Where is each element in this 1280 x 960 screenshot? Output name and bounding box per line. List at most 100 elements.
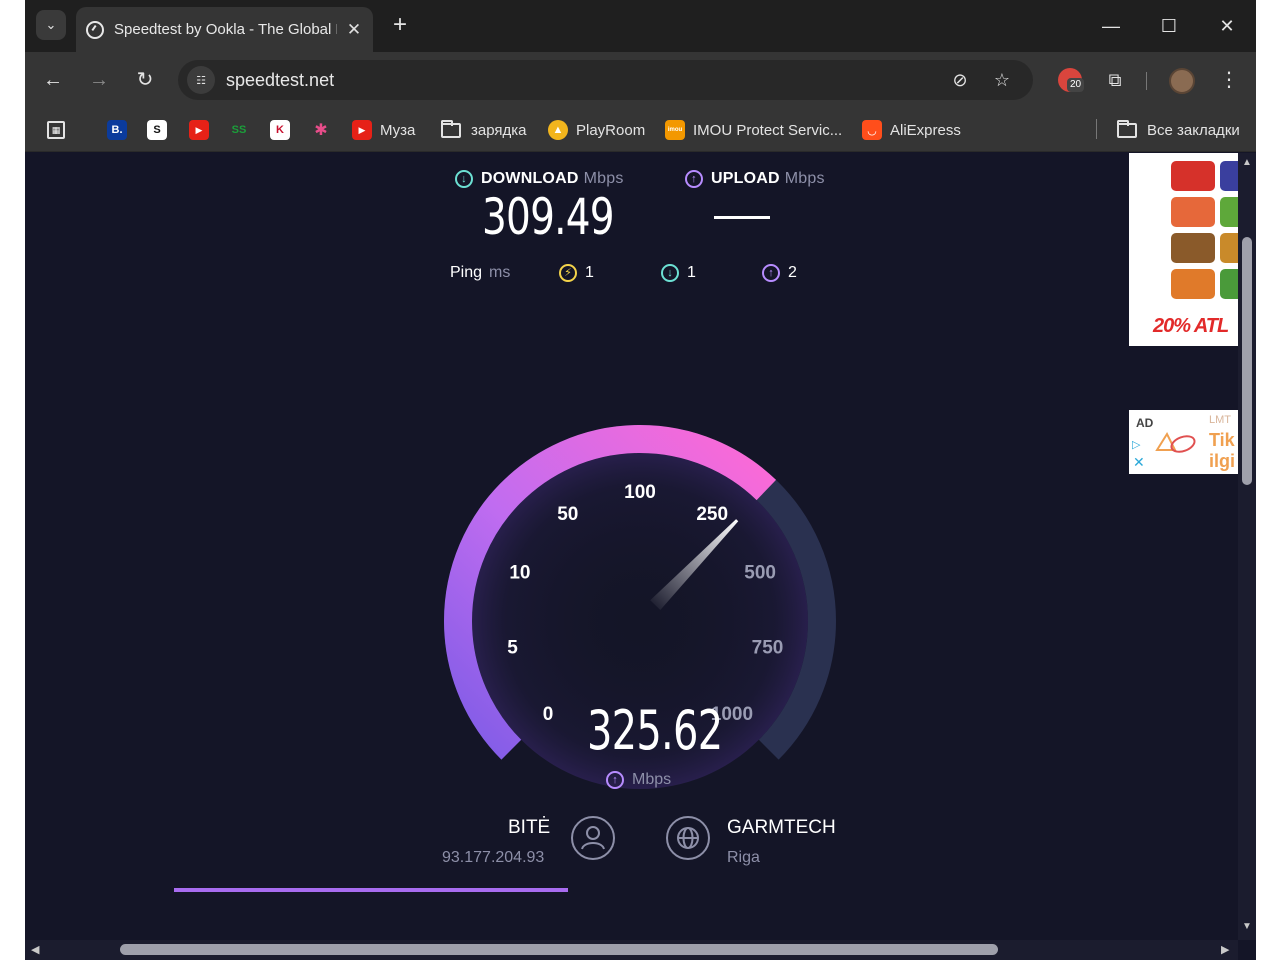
lmt-logo-icon [1155,431,1196,453]
toolbar-divider [1146,72,1147,90]
imou-icon: imou [665,120,685,140]
bookmark-ss[interactable]: SS [229,117,249,143]
user-icon[interactable] [571,816,615,860]
peach-image [1171,197,1215,227]
vertical-scroll-thumb[interactable] [1242,237,1252,485]
bookmark-star-icon[interactable]: ☆ [990,68,1014,92]
bookmark-booking[interactable]: B. [107,117,127,143]
url-text[interactable]: speedtest.net [226,70,334,91]
bookmark-youtube[interactable]: ▶ [189,117,209,143]
forward-arrow-icon[interactable]: → [85,66,113,94]
browser-window: ⌄ Speedtest by Ookla - The Global Broadb… [25,0,1256,960]
bookmarks-bar: ▦ B. S ▶ SS K ✱ ▶ Муза зарядка ▲ PlayRoom … [25,108,1256,152]
adblock-extension-icon[interactable]: 20 [1056,66,1085,94]
horizontal-scrollbar[interactable]: ◀ ▶ [25,940,1238,960]
browser-toolbar: ← → ↻ ☷ speedtest.net ⊘ ☆ 20 ⧉ ⋮ [25,52,1256,108]
chevron-down-icon: ⌄ [45,17,57,32]
bookmark-label: PlayRoom [576,121,646,139]
ad-tik-text: Tik ilgi [1209,430,1235,472]
download-header: ↓ DOWNLOAD Mbps [455,170,624,188]
ad-banner-fruits[interactable]: 20% ATL [1129,153,1238,346]
current-unit-label: Mbps [632,771,672,788]
bookmark-k[interactable]: K [270,117,290,143]
upload-label: UPLOAD [711,170,780,187]
vegetable-image [1220,269,1238,299]
ping-download: ↓ 1 [661,264,696,282]
ping-download-value: 1 [687,264,696,281]
blueberry-image [1220,161,1238,191]
gauge-tick-label: 10 [509,562,530,583]
strawberry-image [1171,161,1215,191]
vertical-scrollbar[interactable]: ▲ ▼ [1238,153,1256,940]
minimize-button[interactable]: — [1096,12,1126,40]
bookmark-folder-zaryadka[interactable]: зарядка [441,117,527,143]
k-icon: K [270,120,290,140]
bookmark-colorful[interactable]: ✱ [311,117,331,143]
speedtest-favicon-icon [86,20,104,39]
back-arrow-icon[interactable]: ← [39,66,67,94]
speedtest-page: ↓ DOWNLOAD Mbps 309.49 ↑ UPLOAD Mbps Pin… [25,153,1238,940]
ad-tik-word: Tik [1209,430,1235,450]
download-unit: Mbps [583,170,624,187]
youtube-icon: ▶ [189,120,209,140]
s-app-icon: S [147,120,167,140]
puzzle-color-icon: ✱ [314,122,328,139]
location-blocked-icon[interactable]: ⊘ [948,68,972,92]
download-value: 309.49 [482,188,615,246]
upload-arrow-icon: ↑ [606,771,624,789]
gauge-tick-label: 500 [744,562,776,583]
menu-dots-icon[interactable]: ⋮ [1217,66,1241,94]
scroll-right-icon[interactable]: ▶ [1221,943,1229,956]
folder-icon [441,119,461,138]
current-speed-unit: ↑ Mbps [606,771,671,789]
bookmark-label: зарядка [471,121,527,139]
maximize-button[interactable]: ☐ [1154,12,1184,40]
reload-icon[interactable]: ↻ [131,66,159,94]
server-name[interactable]: GARMTECH [727,817,836,839]
tab-search-button[interactable]: ⌄ [36,10,66,40]
carrot-image [1171,269,1215,299]
bookmark-aliexpress[interactable]: ◡ AliExpress [862,117,961,143]
horizontal-scroll-thumb[interactable] [120,944,998,955]
ad-label: AD [1136,416,1154,430]
ping-unit: ms [489,264,511,281]
bookmark-playroom[interactable]: ▲ PlayRoom [548,117,645,143]
bookmark-s-app[interactable]: S [147,117,167,143]
site-info-icon[interactable]: ☷ [187,66,215,94]
idle-latency-icon: ⚡ [559,264,577,282]
greens-image [1220,197,1238,227]
new-tab-button[interactable]: + [387,12,413,38]
apps-grid-icon[interactable]: ▦ [47,117,65,143]
ad-banner-lmt[interactable]: AD ▷ ✕ LMT Tik ilgi [1129,410,1238,474]
tab-speedtest[interactable]: Speedtest by Ookla - The Global Broadban… [76,7,373,52]
scroll-down-icon[interactable]: ▼ [1242,921,1252,932]
upload-unit: Mbps [784,170,825,187]
gauge-tick-label: 100 [624,482,656,503]
close-window-button[interactable]: ✕ [1212,12,1242,40]
server-city: Riga [727,849,760,866]
isp-ip: 93.177.204.93 [442,849,545,866]
ad-lmt-text: LMT [1209,414,1231,426]
ad-close-icon[interactable]: ✕ [1133,454,1145,471]
globe-icon[interactable] [666,816,710,860]
scroll-up-icon[interactable]: ▲ [1242,157,1252,168]
close-tab-icon[interactable]: ✕ [345,20,363,40]
bookmark-label: IMOU Protect Servic... [693,121,843,139]
profile-avatar[interactable] [1169,68,1195,94]
scroll-left-icon[interactable]: ◀ [31,943,39,956]
extensions-puzzle-icon[interactable]: ⧉ [1101,66,1129,94]
bookmark-muza[interactable]: ▶ Муза [352,117,415,143]
current-speed-value: 325.62 [587,699,723,762]
address-bar[interactable]: ☷ speedtest.net ⊘ ☆ [178,60,1033,100]
folder-icon [1117,119,1137,138]
adchoices-icon[interactable]: ▷ [1132,438,1140,451]
upload-arrow-icon: ↑ [685,170,703,188]
bookmark-all-folder[interactable]: Все закладки [1117,117,1240,143]
extension-badge: 20 [1067,78,1085,92]
download-latency-icon: ↓ [661,264,679,282]
fruit-image [1220,233,1238,263]
bookmark-imou[interactable]: imou IMOU Protect Servic... [665,117,842,143]
upload-value-pending [714,216,770,219]
ping-upload: ↑ 2 [762,264,797,282]
ping-idle: ⚡ 1 [559,264,594,282]
